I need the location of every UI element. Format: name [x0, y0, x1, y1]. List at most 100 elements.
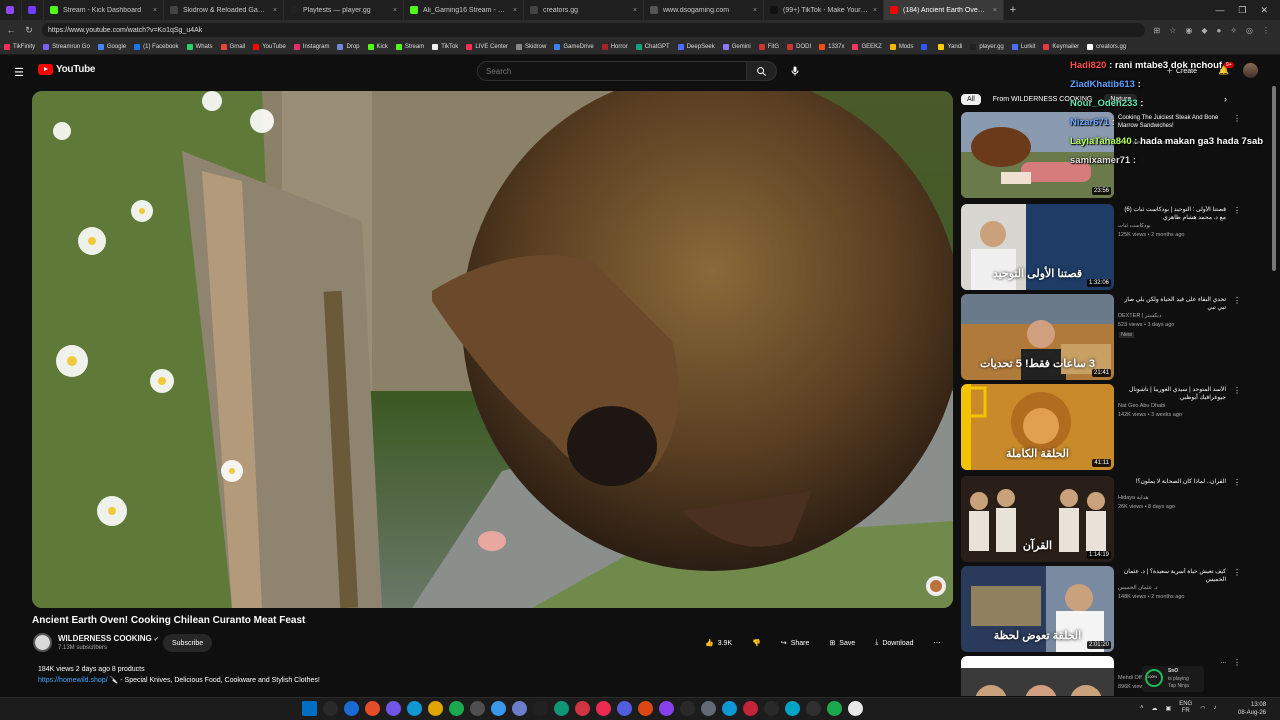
recommended-video[interactable]: قصتنا الأولى التوحيد 1:32:06 قصتنا الأولى … — [961, 204, 1261, 290]
more-options-icon[interactable]: ⋮ — [1233, 568, 1241, 577]
file-explorer-icon[interactable] — [428, 701, 443, 716]
more-options-icon[interactable]: ⋮ — [1233, 658, 1241, 667]
edge-icon[interactable] — [407, 701, 422, 716]
description-box[interactable]: 184K views 2 days ago 8 products https:/… — [32, 662, 953, 690]
recommended-title[interactable]: ... — [1118, 658, 1226, 666]
reload-icon[interactable]: ↻ — [24, 25, 34, 36]
like-button[interactable]: 👍 3.9K — [698, 634, 739, 652]
extension-icon[interactable]: ◉ — [1185, 26, 1192, 35]
url-field[interactable]: https://www.youtube.com/watch?v=Ko1qSg_u… — [42, 23, 1146, 37]
recommended-title[interactable]: القرآن.. لماذا كان الصحابة لا يملون؟! — [1118, 478, 1226, 486]
save-button[interactable]: ⊞ Save — [822, 634, 862, 652]
microphone-icon[interactable] — [789, 65, 801, 77]
bookmark-item[interactable]: Whats — [186, 44, 213, 50]
recommended-video[interactable]: الحلقة الكاملة 41:11 الأسد المتوحد | سيدي … — [961, 384, 1261, 470]
browser-tab[interactable]: Playtests — player.gg × — [284, 0, 404, 20]
chatgpt-icon[interactable] — [554, 701, 569, 716]
app-icon[interactable] — [638, 701, 653, 716]
browser-tab[interactable]: creators.gg × — [524, 0, 644, 20]
app-icon[interactable] — [785, 701, 800, 716]
app-icon[interactable] — [743, 701, 758, 716]
recommended-title[interactable]: الأسد المتوحد | سيدي الغوريبا | ناشونال … — [1118, 386, 1226, 402]
app-icon[interactable] — [680, 701, 695, 716]
app-icon[interactable] — [827, 701, 842, 716]
bookmark-item[interactable]: Yandi — [938, 44, 962, 50]
profile-icon[interactable]: ◎ — [1246, 26, 1253, 35]
tiktok-icon[interactable] — [596, 701, 611, 716]
browser-tab[interactable]: www.dsogaming.com × — [644, 0, 764, 20]
chrome-icon[interactable] — [344, 701, 359, 716]
bookmark-star-icon[interactable]: ☆ — [1169, 26, 1176, 35]
language-indicator[interactable]: ENG FR — [1179, 701, 1192, 715]
recommended-video[interactable]: القرآن 1:14:19 القرآن.. لماذا كان الصحابة … — [961, 476, 1261, 562]
recommended-video[interactable]: ... Mehdi Official 896K views ⋮ — [961, 656, 1261, 696]
bookmark-item[interactable]: DODI — [787, 44, 811, 50]
install-app-icon[interactable]: ⊞ — [1153, 26, 1160, 35]
more-options-icon[interactable]: ⋮ — [1233, 478, 1241, 487]
bookmark-item[interactable]: GEEKZ — [852, 44, 882, 50]
bookmark-item[interactable]: creators.gg — [1087, 44, 1126, 50]
minimize-icon[interactable]: — — [1215, 5, 1224, 16]
bookmark-item[interactable]: TikFinity — [4, 44, 35, 50]
app-icon[interactable] — [764, 701, 779, 716]
browser-tab[interactable] — [22, 0, 44, 20]
obs-icon[interactable] — [533, 701, 548, 716]
bookmark-item[interactable]: Streamrun Go — [43, 44, 90, 50]
search-icon[interactable] — [323, 701, 338, 716]
app-icon[interactable] — [722, 701, 737, 716]
recommended-video[interactable]: 3 ساعات فقط! 5 تحديات 21:41 تحدي البقاء عل… — [961, 294, 1261, 380]
share-button[interactable]: ↪ Share — [774, 634, 817, 652]
tab-close-icon[interactable]: × — [993, 7, 997, 14]
app-icon[interactable] — [617, 701, 632, 716]
bookmark-item[interactable]: Drop — [337, 44, 360, 50]
video-thumbnail[interactable]: الحلقة تعوض لحظة 2:01:20 — [961, 566, 1114, 652]
bookmark-item[interactable]: 1337x — [819, 44, 844, 50]
more-options-icon[interactable]: ⋮ — [1233, 296, 1241, 305]
twitch-icon[interactable] — [659, 701, 674, 716]
bookmark-item[interactable]: Stream — [395, 44, 424, 50]
bookmark-item[interactable]: Horror — [601, 44, 628, 50]
browser-tab[interactable]: (184) Ancient Earth Oven! Co × — [884, 0, 1004, 20]
video-thumbnail[interactable]: 3 ساعات فقط! 5 تحديات 21:41 — [961, 294, 1114, 380]
bookmark-item[interactable] — [921, 44, 930, 50]
browser-tab[interactable]: (99+) TikTok - Make Your Day × — [764, 0, 884, 20]
subscribe-button[interactable]: Subscribe — [163, 634, 213, 652]
channel-avatar[interactable] — [33, 633, 52, 652]
bookmark-item[interactable]: TikTok — [432, 44, 458, 50]
recommended-title[interactable]: كيف تعيش حياة أسرية سعيدة؟ | د. عثمان ال… — [1118, 568, 1226, 584]
media-icon[interactable] — [575, 701, 590, 716]
app-icon[interactable] — [806, 701, 821, 716]
opera-icon[interactable] — [386, 701, 401, 716]
tab-close-icon[interactable]: × — [753, 7, 757, 14]
browser-tab[interactable]: Ali_Gaming16 Stream - Watch Li × — [404, 0, 524, 20]
bookmark-item[interactable]: Kick — [367, 44, 388, 50]
filter-chip[interactable]: All — [961, 93, 981, 105]
bookmark-item[interactable]: Skidrow — [516, 44, 546, 50]
tab-close-icon[interactable]: × — [873, 7, 877, 14]
video-thumbnail[interactable]: القرآن 1:14:19 — [961, 476, 1114, 562]
tray-app-icon[interactable]: ▣ — [1166, 705, 1172, 712]
back-icon[interactable]: ← — [6, 25, 16, 35]
recommended-channel[interactable]: DEXTER | ديكستر — [1118, 313, 1161, 319]
bookmark-item[interactable]: Mods — [889, 44, 913, 50]
browser-tab[interactable]: Skidrow & Reloaded Games - Do × — [164, 0, 284, 20]
bookmark-item[interactable]: ChatGPT — [635, 44, 670, 50]
video-thumbnail[interactable]: قصتنا الأولى التوحيد 1:32:06 — [961, 204, 1114, 290]
settings-icon[interactable] — [470, 701, 485, 716]
bookmark-item[interactable]: YouTube — [253, 44, 286, 50]
bookmark-item[interactable]: player.gg — [970, 44, 1004, 50]
tab-close-icon[interactable]: × — [513, 7, 517, 14]
recommended-channel[interactable]: Nat Geo Abu Dhabi — [1118, 403, 1165, 409]
new-tab-button[interactable]: + — [1004, 4, 1022, 16]
bookmark-item[interactable]: Instagram — [293, 44, 329, 50]
brave-icon[interactable] — [365, 701, 380, 716]
channel-name[interactable]: WILDERNESS COOKING ✔ — [58, 634, 159, 643]
browser-tab[interactable]: Stream - Kick Dashboard × — [44, 0, 164, 20]
tray-chevron-icon[interactable]: ˄ — [1140, 705, 1144, 711]
bookmark-item[interactable]: GameDrive — [554, 44, 594, 50]
more-actions-button[interactable]: ⋯ — [927, 634, 948, 652]
extension-icon[interactable]: ◆ — [1201, 26, 1207, 35]
youtube-logo[interactable]: YouTube — [38, 64, 96, 75]
recommended-title[interactable]: تحدي البقاء على قيد الحياة ولكن بلي صار … — [1118, 296, 1226, 312]
more-options-icon[interactable]: ⋮ — [1233, 206, 1241, 215]
